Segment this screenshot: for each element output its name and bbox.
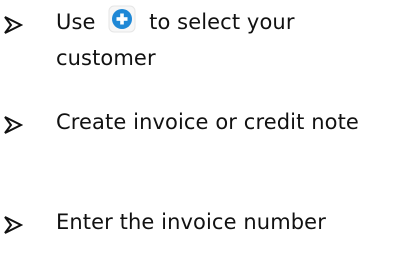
list-item-text: Enter the invoice number xyxy=(56,210,326,234)
arrow-bullet-icon xyxy=(2,212,24,238)
arrow-bullet-icon xyxy=(2,112,24,138)
list-item-text-before: Use xyxy=(56,10,96,34)
list-item-text: Create invoice or credit note xyxy=(56,110,359,134)
plus-circle-icon xyxy=(108,5,136,33)
instruction-list: Use to select your customer Create invoi… xyxy=(0,0,400,279)
arrow-bullet-icon xyxy=(2,12,24,38)
list-item-text: Use to select your customer xyxy=(56,4,386,76)
